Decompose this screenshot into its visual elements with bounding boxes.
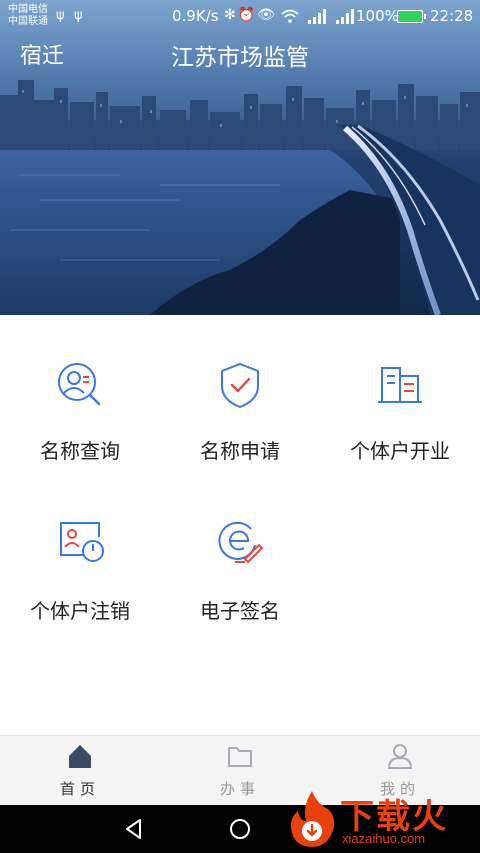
service-label: 个体户开业 — [350, 439, 450, 463]
usb-icon: ψ — [56, 8, 65, 23]
folder-icon — [228, 747, 252, 767]
carrier-2: 中国联通 — [8, 16, 48, 27]
back-icon[interactable] — [122, 817, 146, 841]
building-icon — [378, 367, 422, 403]
battery-icon — [397, 10, 426, 23]
clock: 22:28 — [430, 7, 474, 25]
usb-icon: ψ — [74, 8, 83, 23]
user-icon — [387, 744, 413, 769]
e-signature-icon — [218, 521, 264, 564]
flame-logo-icon — [290, 791, 335, 847]
watermark: 下载火 xiazaihuo.com — [280, 785, 480, 853]
signal-icon — [308, 9, 326, 24]
signal-icon — [336, 9, 354, 24]
service-business-open[interactable]: 个体户开业 — [320, 315, 480, 463]
service-label: 个体户注销 — [30, 599, 130, 623]
service-e-signature[interactable]: 电子签名 — [160, 315, 320, 623]
carrier-labels: 中国电信 中国联通 — [8, 4, 48, 28]
watermark-url: xiazaihuo.com — [342, 831, 426, 846]
network-speed: 0.9K/s — [172, 7, 219, 25]
carrier-1: 中国电信 — [8, 4, 48, 15]
battery-percent: 100% — [356, 7, 399, 25]
home-button-icon[interactable] — [228, 817, 252, 841]
service-business-close[interactable]: 个体户注销 — [0, 315, 160, 623]
page-title: 江苏市场监管 — [171, 45, 309, 71]
tab-label: 首页 — [59, 780, 100, 798]
hero-banner: 中国电信 中国联通 ψ ψ 0.9K/s ✻⏰👁 100% 22:28 宿迁 江… — [0, 0, 480, 315]
wifi-icon — [281, 9, 299, 23]
service-label: 电子签名 — [200, 599, 280, 623]
service-grid: 名称查询 名称申请 个体户开业 个体户注销 电子签名 — [0, 315, 480, 735]
status-bar: 中国电信 中国联通 ψ ψ 0.9K/s ✻⏰👁 100% 22:28 — [0, 0, 480, 34]
status-icons: ✻⏰👁 — [224, 7, 277, 23]
id-card-power-icon — [60, 522, 104, 562]
home-icon — [69, 745, 91, 768]
tab-home[interactable]: 首页 — [0, 736, 160, 806]
